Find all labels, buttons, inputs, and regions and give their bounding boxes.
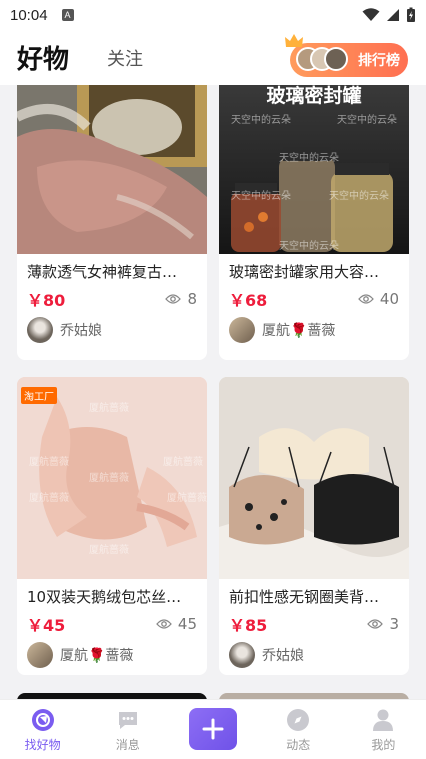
product-image xyxy=(219,377,409,579)
username: 厦航🌹蔷薇 xyxy=(60,648,134,664)
product-image: 淘工厂 厦航蔷薇 厦航蔷薇 厦航蔷薇 厦航蔷薇 厦航蔷薇 厦航蔷薇 厦航蔷薇 xyxy=(17,377,207,579)
avatar xyxy=(229,317,255,343)
eye-icon xyxy=(156,619,172,629)
message-icon xyxy=(118,712,137,729)
product-price: ￥85 xyxy=(229,616,268,635)
watermark: 厦航蔷薇 xyxy=(89,473,129,484)
view-count: 45 xyxy=(156,615,197,633)
watermark: 天空中的云朵 xyxy=(231,115,291,126)
tab-profile[interactable]: 我的 xyxy=(341,700,426,759)
user-row[interactable]: 厦航🌹蔷薇 xyxy=(219,311,409,343)
watermark: 厦航蔷薇 xyxy=(29,457,69,468)
username: 乔姑娘 xyxy=(262,648,304,664)
product-price: ￥45 xyxy=(27,616,66,635)
tab-label: 动态 xyxy=(286,738,311,752)
compass-icon xyxy=(287,709,310,731)
add-button[interactable] xyxy=(189,708,237,750)
watermark: 天空中的云朵 xyxy=(329,191,389,202)
view-count-value: 45 xyxy=(177,615,197,633)
bottom-tab-bar: 找好物 消息 动态 我的 xyxy=(0,699,426,759)
tab-label: 我的 xyxy=(371,738,396,752)
watermark: 厦航蔷薇 xyxy=(89,545,129,556)
watermark: 厦航蔷薇 xyxy=(29,493,69,504)
user-icon xyxy=(373,709,394,731)
tab-messages[interactable]: 消息 xyxy=(85,700,170,759)
product-image xyxy=(17,85,207,254)
avatar xyxy=(324,47,348,71)
price-row: ￥68 40 xyxy=(219,283,409,311)
product-title: 薄款透气女神裤复古… xyxy=(27,263,178,281)
product-card[interactable]: 玻璃密封罐 天空中的云朵 天空中的云朵 天空中的云朵 天空中的云朵 天空中的云朵… xyxy=(219,85,409,360)
watermark: 天空中的云朵 xyxy=(279,153,339,164)
tab-following[interactable]: 关注 xyxy=(107,45,143,71)
signal-icon xyxy=(387,9,399,21)
tab-label: 找好物 xyxy=(24,738,61,752)
view-count-value: 3 xyxy=(389,615,399,633)
eye-icon xyxy=(358,294,374,304)
watermark: 天空中的云朵 xyxy=(231,191,291,202)
product-price: ￥80 xyxy=(27,291,66,310)
notification-icon: A xyxy=(61,9,74,21)
user-row[interactable]: 厦航🌹蔷薇 xyxy=(17,636,207,668)
tab-publish[interactable] xyxy=(170,700,255,759)
status-time: 10:04 xyxy=(10,6,48,24)
view-count-value: 40 xyxy=(379,290,399,308)
tab-discover[interactable]: 找好物 xyxy=(0,700,85,759)
watermark: 天空中的云朵 xyxy=(279,241,339,252)
product-title: 前扣性感无钢圈美背… xyxy=(229,588,380,606)
eye-icon xyxy=(165,294,182,304)
ranking-avatars xyxy=(296,47,348,73)
watermark: 厦航蔷薇 xyxy=(89,403,129,414)
header: 好物 关注 排行榜 xyxy=(0,30,426,85)
view-count: 40 xyxy=(358,290,399,308)
view-count: 3 xyxy=(367,615,399,633)
product-title: 玻璃密封罐家用大容… xyxy=(229,263,380,281)
status-bar: 10:04 A xyxy=(0,0,426,30)
product-feed[interactable]: 薄款透气女神裤复古… ￥80 8 乔姑娘 玻璃密封罐 天空中的云朵 天空中的云朵… xyxy=(0,85,426,699)
shop-badge: 淘工厂 xyxy=(21,387,57,404)
ranking-button[interactable]: 排行榜 xyxy=(285,34,408,77)
image-heading: 玻璃密封罐 xyxy=(266,85,362,107)
status-icons xyxy=(362,7,416,23)
username: 乔姑娘 xyxy=(60,323,102,339)
plus-icon xyxy=(202,718,224,740)
product-title: 10双装天鹅绒包芯丝… xyxy=(27,588,182,606)
view-count: 8 xyxy=(165,290,197,308)
product-card[interactable]: 薄款透气女神裤复古… ￥80 8 乔姑娘 xyxy=(17,85,207,360)
price-row: ￥80 8 xyxy=(17,283,207,311)
discover-icon xyxy=(31,709,54,731)
avatar xyxy=(27,642,53,668)
watermark: 厦航蔷薇 xyxy=(167,493,207,504)
user-row[interactable]: 乔姑娘 xyxy=(219,636,409,668)
product-card[interactable]: 前扣性感无钢圈美背… ￥85 3 乔姑娘 xyxy=(219,377,409,675)
product-price: ￥68 xyxy=(229,291,268,310)
tab-good-things[interactable]: 好物 xyxy=(17,39,69,76)
wifi-icon xyxy=(362,8,380,21)
ranking-label: 排行榜 xyxy=(358,53,400,69)
view-count-value: 8 xyxy=(187,290,197,308)
watermark: 天空中的云朵 xyxy=(337,115,397,126)
price-row: ￥45 45 xyxy=(17,608,207,636)
product-image: 玻璃密封罐 天空中的云朵 天空中的云朵 天空中的云朵 天空中的云朵 天空中的云朵… xyxy=(219,85,409,254)
eye-icon xyxy=(367,619,384,629)
avatar xyxy=(229,642,255,668)
tab-moments[interactable]: 动态 xyxy=(256,700,341,759)
product-card[interactable]: 淘工厂 厦航蔷薇 厦航蔷薇 厦航蔷薇 厦航蔷薇 厦航蔷薇 厦航蔷薇 厦航蔷薇 1… xyxy=(17,377,207,675)
user-row[interactable]: 乔姑娘 xyxy=(17,311,207,343)
avatar xyxy=(27,317,53,343)
watermark: 厦航蔷薇 xyxy=(163,457,203,468)
username: 厦航🌹蔷薇 xyxy=(262,323,336,339)
battery-icon xyxy=(407,7,415,22)
tab-label: 消息 xyxy=(115,738,140,752)
price-row: ￥85 3 xyxy=(219,608,409,636)
